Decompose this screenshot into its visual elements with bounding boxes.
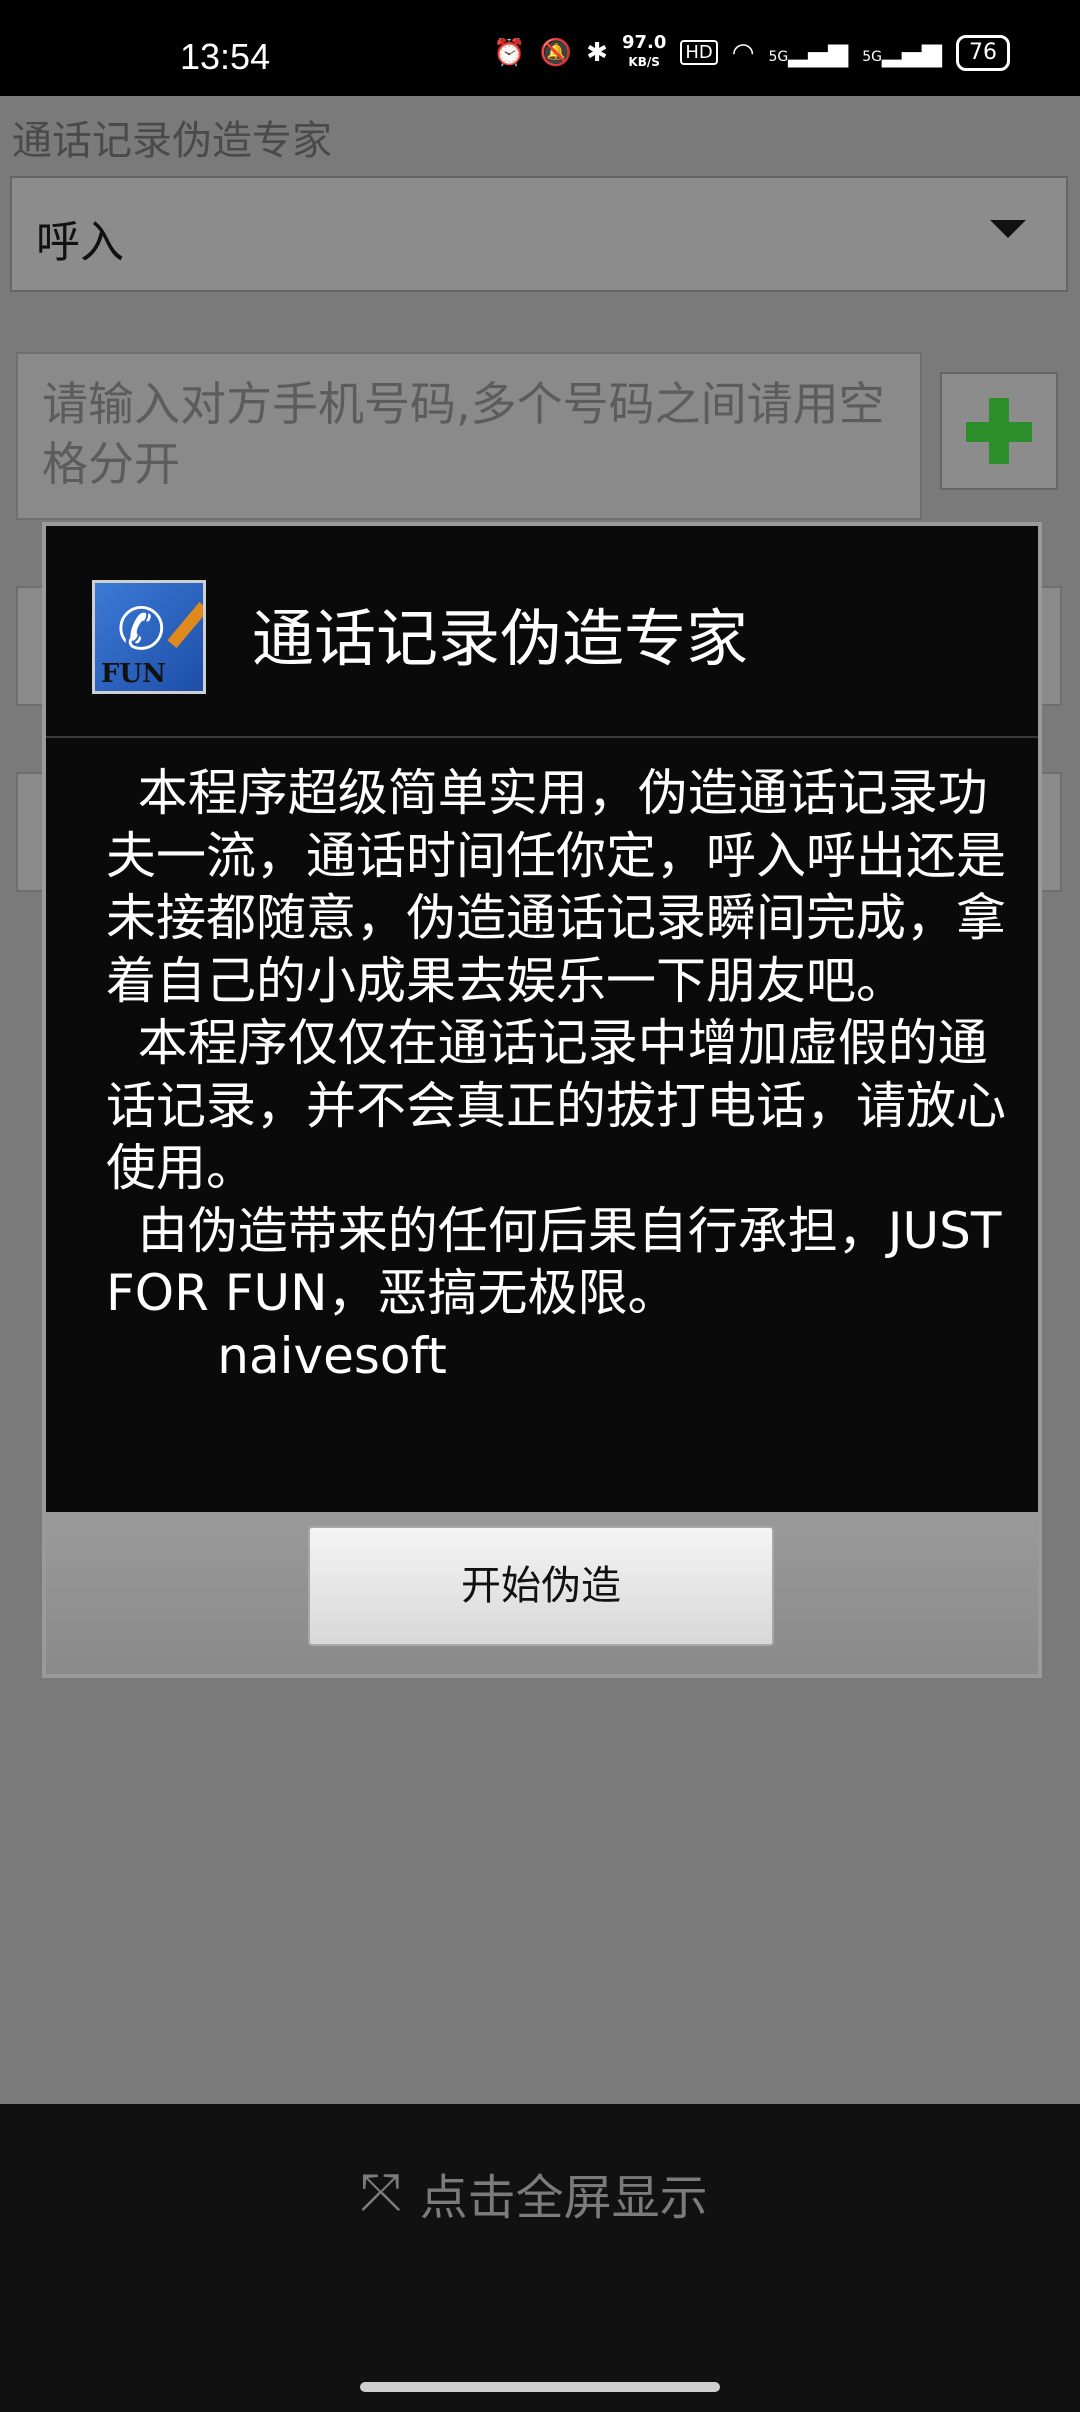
alarm-icon: ⏰: [493, 37, 526, 68]
signal-icon-2: 5G▂▄▆: [862, 37, 942, 68]
call-type-value: 呼入: [36, 217, 124, 268]
plus-icon-vertical: [989, 398, 1009, 464]
battery-level: 76: [969, 39, 997, 65]
dialog-signature: naivesoft: [106, 1326, 447, 1385]
add-contact-button[interactable]: [940, 372, 1058, 490]
dialog-paragraph: 由伪造带来的任何后果自行承担，JUST FOR FUN，恶搞无极限。: [106, 1201, 1018, 1323]
fullscreen-label: 点击全屏显示: [419, 2170, 708, 2226]
status-time: 13:54: [180, 36, 271, 77]
status-bar: 13:54 ⏰ 🔕 ✱ 97.0 KB/S HD ◠ 5G▂▄▆ 5G▂▄▆ 7…: [0, 0, 1080, 96]
fullscreen-link[interactable]: ⤧ 点击全屏显示: [360, 2158, 708, 2228]
dialog-footer: 开始伪造: [46, 1512, 1038, 1674]
dialog-header: ✆ FUN 通话记录伪造专家: [46, 526, 1038, 738]
status-icons: ⏰ 🔕 ✱ 97.0 KB/S HD ◠ 5G▂▄▆ 5G▂▄▆ 76: [493, 34, 1010, 71]
net-speed: 97.0 KB/S: [622, 34, 666, 71]
expand-icon: ⤧: [360, 2162, 402, 2223]
app-title: 通话记录伪造专家: [12, 118, 332, 164]
app-icon: ✆ FUN: [92, 580, 206, 694]
icon-text: FUN: [101, 659, 166, 689]
signal-label-1: 5G: [768, 48, 789, 65]
signal-icon: 5G▂▄▆: [768, 37, 849, 68]
battery-icon: 76: [956, 34, 1010, 71]
wifi-icon: ◠: [731, 37, 755, 68]
net-speed-value: 97.0: [621, 32, 667, 53]
dialog-title: 通话记录伪造专家: [252, 602, 749, 675]
start-forge-button[interactable]: 开始伪造: [308, 1526, 774, 1646]
bottom-bar: ⤧ 点击全屏显示: [0, 2104, 1080, 2412]
call-type-spinner[interactable]: 呼入: [10, 176, 1068, 292]
net-speed-unit: KB/S: [628, 55, 660, 69]
pencil-icon: [167, 601, 203, 649]
phone-number-placeholder: 请输入对方手机号码,多个号码之间请用空格分开: [42, 377, 885, 491]
hd-badge: HD: [680, 40, 718, 65]
dialog-paragraph: 本程序超级简单实用，伪造通话记录功夫一流，通话时间任你定，呼入呼出还是未接都随意…: [106, 764, 1006, 1010]
phone-icon: ✆: [117, 595, 166, 663]
home-indicator[interactable]: [360, 2382, 720, 2392]
dialog-paragraph: 本程序仅仅在通话记录中增加虚假的通话记录，并不会真正的拔打电话，请放心使用。: [106, 1014, 1006, 1197]
phone-number-input[interactable]: 请输入对方手机号码,多个号码之间请用空格分开: [16, 352, 922, 520]
dropdown-arrow-icon: [990, 220, 1026, 238]
bluetooth-icon: ✱: [586, 37, 608, 68]
about-dialog: ✆ FUN 通话记录伪造专家 本程序超级简单实用，伪造通话记录功夫一流，通话时间…: [42, 522, 1042, 1678]
dialog-message: 本程序超级简单实用，伪造通话记录功夫一流，通话时间任你定，呼入呼出还是未接都随意…: [106, 762, 1036, 1387]
mute-icon: 🔕: [539, 37, 573, 68]
signal-label-2: 5G: [862, 48, 882, 65]
